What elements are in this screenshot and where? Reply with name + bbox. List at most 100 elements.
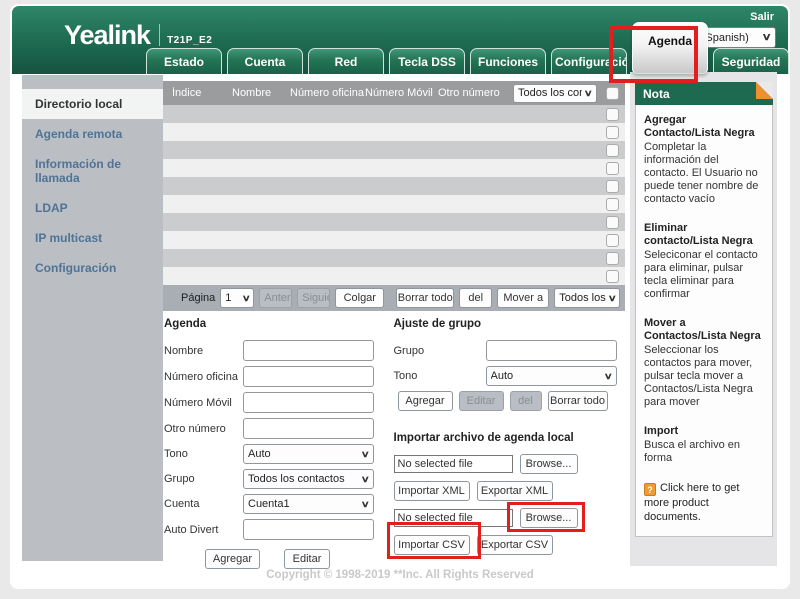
csv-browse-button[interactable]: Browse...	[520, 508, 578, 528]
row-checkbox[interactable]	[606, 216, 619, 229]
row-checkbox[interactable]	[606, 198, 619, 211]
contact-form-fields: NombreNúmero oficinaNúmero MóvilOtro núm…	[164, 340, 394, 540]
row-checkbox[interactable]	[606, 144, 619, 157]
column-header-other: Otro número	[438, 87, 510, 99]
sidebar-item-directorio-local[interactable]: Directorio local	[22, 89, 163, 119]
product-docs-link[interactable]: ?Click here to get more product document…	[644, 481, 765, 524]
chevron-down-icon: ∨	[241, 293, 250, 304]
note-panel: Nota Agregar Contacto/Lista Negra Comple…	[635, 82, 773, 537]
table-row	[163, 195, 625, 213]
sidebar-item-informacion-de-llamada[interactable]: Información de llamada	[22, 149, 163, 193]
next-page-button[interactable]: Siguiente	[297, 288, 330, 308]
export-xml-button[interactable]: Exportar XML	[477, 481, 553, 501]
tab-seguridad[interactable]: Seguridad	[713, 48, 789, 74]
row-checkbox[interactable]	[606, 270, 619, 283]
tab-red[interactable]: Red	[308, 48, 384, 74]
main-content: Índice Nombre Número oficina Número Móvi…	[163, 81, 625, 569]
field-label-otro-numero: Otro número	[164, 423, 243, 435]
brand-divider	[159, 24, 160, 46]
move-target-select[interactable]: Todos los contactos ∨	[554, 288, 620, 308]
column-header-mobile: Número Móvil	[365, 87, 438, 99]
contact-add-button[interactable]: Agregar	[205, 549, 260, 569]
nombre-input[interactable]	[243, 340, 374, 361]
import-csv-button[interactable]: Importar CSV	[394, 535, 470, 555]
row-checkbox[interactable]	[606, 162, 619, 175]
tab-agenda[interactable]: Agenda	[632, 22, 708, 74]
row-checkbox[interactable]	[606, 126, 619, 139]
csv-file-input[interactable]: No selected file	[394, 509, 513, 527]
prev-page-button[interactable]: Anterior	[259, 288, 292, 308]
row-checkbox[interactable]	[606, 252, 619, 265]
contact-form-title: Agenda	[164, 318, 394, 330]
tab-label: Estado	[164, 55, 204, 69]
note-panel-header: Nota	[635, 82, 773, 105]
product-docs-link-text: Click here to get more product documents…	[644, 482, 739, 523]
forms-area: Agenda NombreNúmero oficinaNúmero MóvilO…	[163, 318, 625, 569]
note-panel-body: Agregar Contacto/Lista Negra Completar l…	[635, 105, 773, 537]
brand-logo: Yealink T21P_E2	[64, 22, 212, 48]
tab-funciones[interactable]: Funciones	[470, 48, 546, 74]
numero-oficina-input[interactable]	[243, 366, 374, 387]
field-label-nombre: Nombre	[164, 345, 243, 357]
import-xml-button[interactable]: Importar XML	[394, 481, 470, 501]
grupo-select[interactable]: Todos los contactos∨	[243, 469, 374, 489]
brand-model: T21P_E2	[167, 35, 212, 46]
tab-cuenta[interactable]: Cuenta	[227, 48, 303, 74]
group-delete-button[interactable]: del	[510, 391, 542, 411]
row-checkbox[interactable]	[606, 108, 619, 121]
table-row	[163, 141, 625, 159]
note-section-heading: Import	[644, 425, 765, 438]
cuenta-select[interactable]: Cuenta1∨	[243, 494, 374, 514]
table-row	[163, 213, 625, 231]
group-add-button[interactable]: Agregar	[398, 391, 453, 411]
tab-estado[interactable]: Estado	[146, 48, 222, 74]
group-delete-all-button[interactable]: Borrar todo	[548, 391, 608, 411]
sidebar-item-ip-multicast[interactable]: IP multicast	[22, 223, 163, 253]
tono-select[interactable]: Auto∨	[243, 444, 374, 464]
directory-filter-select[interactable]: Todos los contactos ∨	[513, 84, 597, 103]
sidebar-item-configuracion[interactable]: Configuración	[22, 253, 163, 283]
auto-divert-input[interactable]	[243, 519, 374, 540]
app-window: Salir Español(Spanish) ∨ Yealink T21P_E2…	[10, 4, 790, 589]
note-section-body: Busca el archivo en forma	[644, 439, 765, 465]
tab-bar: Estado Cuenta Red Tecla DSS Funciones Configu…	[146, 48, 789, 74]
group-name-input[interactable]	[486, 340, 617, 361]
field-label-cuenta: Cuenta	[164, 498, 243, 510]
row-checkbox[interactable]	[606, 180, 619, 193]
column-header-office: Número oficina	[290, 87, 365, 99]
xml-file-input[interactable]: No selected file	[394, 455, 513, 473]
tab-label: Red	[335, 55, 358, 69]
group-ring-label: Tono	[394, 370, 486, 382]
chevron-down-icon: ∨	[604, 371, 613, 382]
row-checkbox[interactable]	[606, 234, 619, 247]
move-to-button[interactable]: Mover a	[497, 288, 549, 308]
tab-configuracion[interactable]: Configuración	[551, 48, 627, 74]
sidebar-item-agenda-remota[interactable]: Agenda remota	[22, 119, 163, 149]
contact-edit-button[interactable]: Editar	[284, 549, 330, 569]
numero-movil-input[interactable]	[243, 392, 374, 413]
note-section: Import Busca el archivo en forma	[644, 425, 765, 465]
logout-link[interactable]: Salir	[750, 11, 774, 23]
xml-browse-button[interactable]: Browse...	[520, 454, 578, 474]
tab-label: Cuenta	[245, 55, 286, 69]
select-all-checkbox[interactable]	[606, 87, 619, 100]
hangup-button[interactable]: Colgar	[335, 288, 384, 308]
otro-numero-input[interactable]	[243, 418, 374, 439]
directory-table-header: Índice Nombre Número oficina Número Móvi…	[163, 81, 625, 105]
export-csv-button[interactable]: Exportar CSV	[477, 535, 553, 555]
delete-button[interactable]: del	[459, 288, 492, 308]
group-edit-button[interactable]: Editar	[459, 391, 504, 411]
field-label-grupo: Grupo	[164, 473, 243, 485]
note-section-heading: Mover a Contactos/Lista Negra	[644, 317, 765, 343]
group-form-title: Ajuste de grupo	[394, 318, 626, 330]
sidebar-item-ldap[interactable]: LDAP	[22, 193, 163, 223]
contact-form: Agenda NombreNúmero oficinaNúmero MóvilO…	[164, 318, 394, 569]
tab-label: Configuración	[555, 55, 627, 69]
group-ring-select[interactable]: Auto ∨	[486, 366, 617, 386]
delete-all-button[interactable]: Borrar todo	[396, 288, 454, 308]
tab-label: Funciones	[478, 55, 538, 69]
page-select[interactable]: 1 ∨	[220, 288, 254, 308]
pagination-bar: Página 1 ∨ Anterior Siguiente Colgar Bor…	[163, 285, 625, 311]
tab-tecla-dss[interactable]: Tecla DSS	[389, 48, 465, 74]
contact-form-buttons: Agregar Editar	[164, 549, 394, 569]
